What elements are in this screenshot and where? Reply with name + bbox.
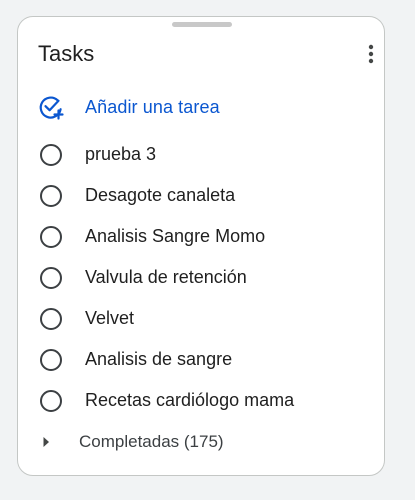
task-item[interactable]: Analisis Sangre Momo [18,216,384,257]
task-checkbox[interactable] [40,348,62,371]
task-item[interactable]: Valvula de retención [18,257,384,298]
task-item[interactable]: prueba 3 [18,134,384,175]
task-checkbox[interactable] [40,307,62,330]
task-item[interactable]: Analisis de sangre [18,339,384,380]
task-checkbox[interactable] [40,225,62,248]
task-title: Valvula de retención [85,267,247,287]
task-title: Analisis Sangre Momo [85,226,266,246]
task-checkbox[interactable] [40,143,62,166]
task-list: prueba 3 Desagote canaleta Analisis Sang… [18,134,384,421]
panel-title: Tasks [38,41,95,66]
expand-arrow-icon [43,437,49,447]
task-item[interactable]: Velvet [18,298,384,339]
task-item[interactable]: Recetas cardiólogo mama [18,380,384,421]
task-checkbox[interactable] [40,266,62,289]
more-vert-icon [368,44,374,64]
task-title: Recetas cardiólogo mama [85,390,295,410]
add-task-label: Añadir una tarea [85,96,220,117]
completed-label: Completadas (175) [79,432,224,451]
task-title: Analisis de sangre [85,349,233,369]
task-item[interactable]: Desagote canaleta [18,175,384,216]
task-title: Velvet [85,308,135,328]
more-options-button[interactable] [360,39,382,69]
drag-handle[interactable] [172,22,232,27]
task-checkbox[interactable] [40,389,62,412]
task-title: prueba 3 [85,144,157,164]
add-task-button[interactable]: Añadir una tarea [38,92,220,122]
task-checkbox[interactable] [40,184,62,207]
add-task-icon [38,94,64,120]
completed-section-toggle[interactable]: Completadas (175) [42,429,224,455]
task-title: Desagote canaleta [85,185,236,205]
tasks-panel: Tasks Añadir una tarea prueba 3 Desagote… [17,16,385,476]
